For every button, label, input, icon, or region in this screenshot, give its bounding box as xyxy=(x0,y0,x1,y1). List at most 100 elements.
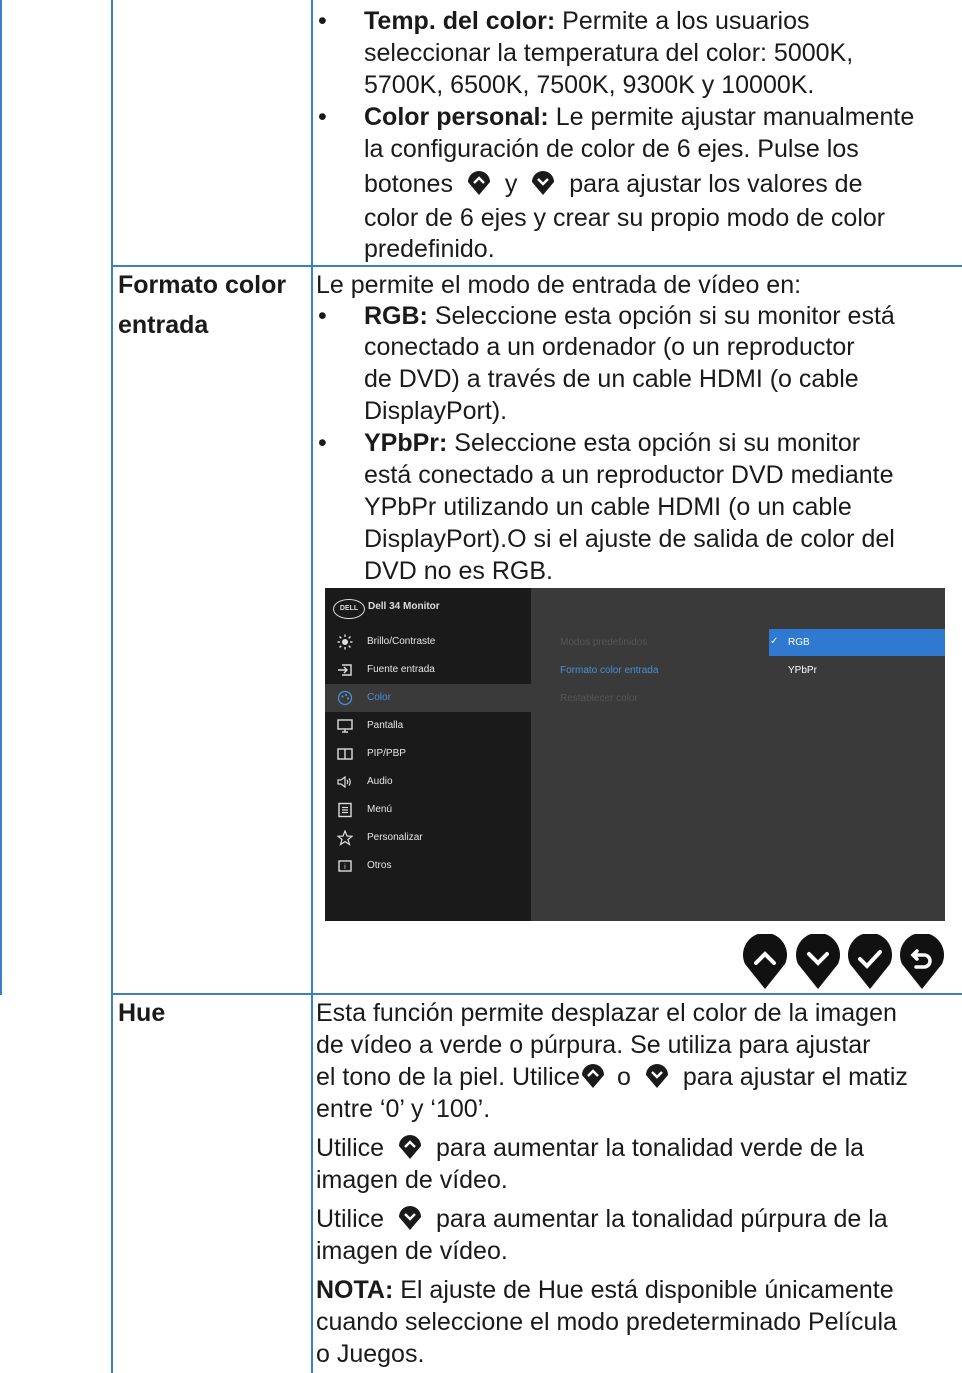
hue-p1-line2: de vídeo a verde o púrpura. Se utiliza p… xyxy=(316,1031,871,1059)
hue-p1-line3: el tono de la piel. Utilice o para ajust… xyxy=(316,1061,908,1093)
brightness-icon xyxy=(337,634,353,650)
osd-menu-label: Personalizar xyxy=(367,832,423,843)
svg-text:i: i xyxy=(344,863,346,871)
custom-line4: color de 6 ejes y crear su propio modo d… xyxy=(364,204,886,232)
table-border-col2 xyxy=(311,0,313,1373)
check-icon[interactable] xyxy=(846,934,894,990)
table-border-left xyxy=(0,0,2,995)
custom-line3-c: para ajustar los valores de xyxy=(569,170,863,198)
rgb-line4: DisplayPort). xyxy=(364,397,508,425)
osd-menu-item-others[interactable]: i Otros xyxy=(325,852,531,880)
osd-menu-item-color[interactable]: Color xyxy=(325,684,531,712)
bullet: • xyxy=(318,302,327,330)
osd-option-ypbpr[interactable]: YPbPr xyxy=(788,665,817,676)
bullet: • xyxy=(318,7,327,35)
rgb-text: Seleccione esta opción si su monitor est… xyxy=(427,302,895,330)
hue-p2-line2: imagen de vídeo. xyxy=(316,1166,508,1194)
table-border-col1 xyxy=(111,0,113,1373)
up-button-icon xyxy=(580,1061,606,1089)
hue-p2-line1-a: Utilice xyxy=(316,1134,385,1162)
osd-menu-item-brightness[interactable]: Brillo/Contraste xyxy=(325,628,531,656)
hue-p1-line1: Esta función permite desplazar el color … xyxy=(316,999,897,1027)
custom-line2: la configuración de color de 6 ejes. Pul… xyxy=(364,135,859,163)
temp-line2: seleccionar la temperatura del color: 50… xyxy=(364,39,854,67)
hue-note-line1: NOTA: El ajuste de Hue está disponible ú… xyxy=(316,1274,894,1306)
osd-menu-label: Otros xyxy=(367,860,392,871)
custom-line3: botones y para ajustar los valores de xyxy=(364,168,863,200)
rgb-line1: RGB: Seleccione esta opción si su monito… xyxy=(364,300,895,332)
hue-p3-line1-b: para aumentar la tonalidad púrpura de la xyxy=(435,1205,888,1233)
display-icon xyxy=(337,719,353,733)
note-text: El ajuste de Hue está disponible únicame… xyxy=(393,1276,894,1304)
osd-menu-screenshot: DELL Dell 34 Monitor Brillo/Contraste Fu… xyxy=(325,588,945,921)
down-button-icon xyxy=(397,1203,423,1231)
hue-p2-line1: Utilice para aumentar la tonalidad verde… xyxy=(316,1132,864,1164)
input-source-icon xyxy=(338,664,352,676)
osd-menu-item-display[interactable]: Pantalla xyxy=(325,712,531,740)
up-button-icon xyxy=(397,1132,423,1160)
others-icon: i xyxy=(338,860,352,872)
up-button-icon xyxy=(466,168,492,196)
ypbpr-line4: DisplayPort).O si el ajuste de salida de… xyxy=(364,525,895,553)
input-format-intro: Le permite el modo de entrada de vídeo e… xyxy=(316,271,802,299)
row-label-hue: Hue xyxy=(118,999,166,1027)
osd-menu-label: PIP/PBP xyxy=(367,748,406,759)
up-icon[interactable] xyxy=(741,934,789,990)
hue-p1-line3-a: el tono de la piel. Utilice xyxy=(316,1063,581,1091)
hue-p1-line4: entre ‘0’ y ‘100’. xyxy=(316,1095,491,1123)
custom-label: Color personal: xyxy=(364,103,549,131)
osd-menu-item-audio[interactable]: Audio xyxy=(325,768,531,796)
hue-note-line2: cuando seleccione el modo predeterminado… xyxy=(316,1308,897,1336)
check-icon: ✓ xyxy=(770,636,779,647)
note-label: NOTA: xyxy=(316,1276,394,1304)
osd-menu-item-pip[interactable]: PIP/PBP xyxy=(325,740,531,768)
down-icon[interactable] xyxy=(794,934,842,990)
ypbpr-line3: YPbPr utilizando un cable HDMI (o un cab… xyxy=(364,493,852,521)
temp-line1: Temp. del color: Permite a los usuarios xyxy=(364,5,810,37)
hue-p1-line3-b: o xyxy=(617,1063,631,1091)
temp-label: Temp. del color: xyxy=(364,7,556,35)
temp-text: Permite a los usuarios xyxy=(555,7,810,35)
hue-p2-line1-b: para aumentar la tonalidad verde de la xyxy=(435,1134,865,1162)
custom-line3-b: y xyxy=(504,170,518,198)
ypbpr-line5: DVD no es RGB. xyxy=(364,557,553,585)
osd-submenu-reset-color[interactable]: Restablecer color xyxy=(560,693,638,704)
osd-menu-label: Brillo/Contraste xyxy=(367,636,436,647)
hue-note-line3: o Juegos. xyxy=(316,1340,425,1368)
down-button-icon xyxy=(530,168,556,196)
color-palette-icon xyxy=(337,690,353,706)
dell-logo: DELL xyxy=(333,599,365,619)
hue-p1-line3-c: para ajustar el matiz xyxy=(682,1063,908,1091)
osd-menu-label: Audio xyxy=(367,776,393,787)
ypbpr-line1: YPbPr: Seleccione esta opción si su moni… xyxy=(364,427,860,459)
osd-menu-item-menu[interactable]: Menú xyxy=(325,796,531,824)
star-icon xyxy=(337,830,353,846)
hue-p3-line2: imagen de vídeo. xyxy=(316,1237,508,1265)
osd-submenu-input-color-format[interactable]: Formato color entrada xyxy=(560,665,658,676)
ypbpr-text: Seleccione esta opción si su monitor xyxy=(447,429,861,457)
osd-menu-label: Menú xyxy=(367,804,393,815)
back-icon[interactable] xyxy=(898,934,946,990)
osd-submenu-preset-modes[interactable]: Modos predefinidos xyxy=(560,637,647,648)
pip-pbp-icon xyxy=(337,748,353,760)
custom-text: Le permite ajustar manualmente xyxy=(548,103,915,131)
custom-line1: Color personal: Le permite ajustar manua… xyxy=(364,101,914,133)
osd-menu-label: Color xyxy=(367,692,391,703)
temp-line3: 5700K, 6500K, 7500K, 9300K y 10000K. xyxy=(364,71,815,99)
custom-line3-a: botones xyxy=(364,170,453,198)
row-label-input-format-2: entrada xyxy=(118,311,209,339)
ypbpr-label: YPbPr: xyxy=(364,429,448,457)
hue-p3-line1-a: Utilice xyxy=(316,1205,385,1233)
row-label-input-format-1: Formato color xyxy=(118,271,287,299)
osd-menu-item-input-source[interactable]: Fuente entrada xyxy=(325,656,531,684)
row-divider-1 xyxy=(111,265,962,267)
custom-line5: predefinido. xyxy=(364,235,495,263)
osd-menu-label: Pantalla xyxy=(367,720,404,731)
osd-menu-label: Fuente entrada xyxy=(367,664,435,675)
osd-menu-item-personalize[interactable]: Personalizar xyxy=(325,824,531,852)
audio-icon xyxy=(337,775,351,789)
osd-option-rgb[interactable]: RGB xyxy=(788,637,810,648)
bullet: • xyxy=(318,103,327,131)
hue-p3-line1: Utilice para aumentar la tonalidad púrpu… xyxy=(316,1203,888,1235)
down-button-icon xyxy=(644,1061,670,1089)
